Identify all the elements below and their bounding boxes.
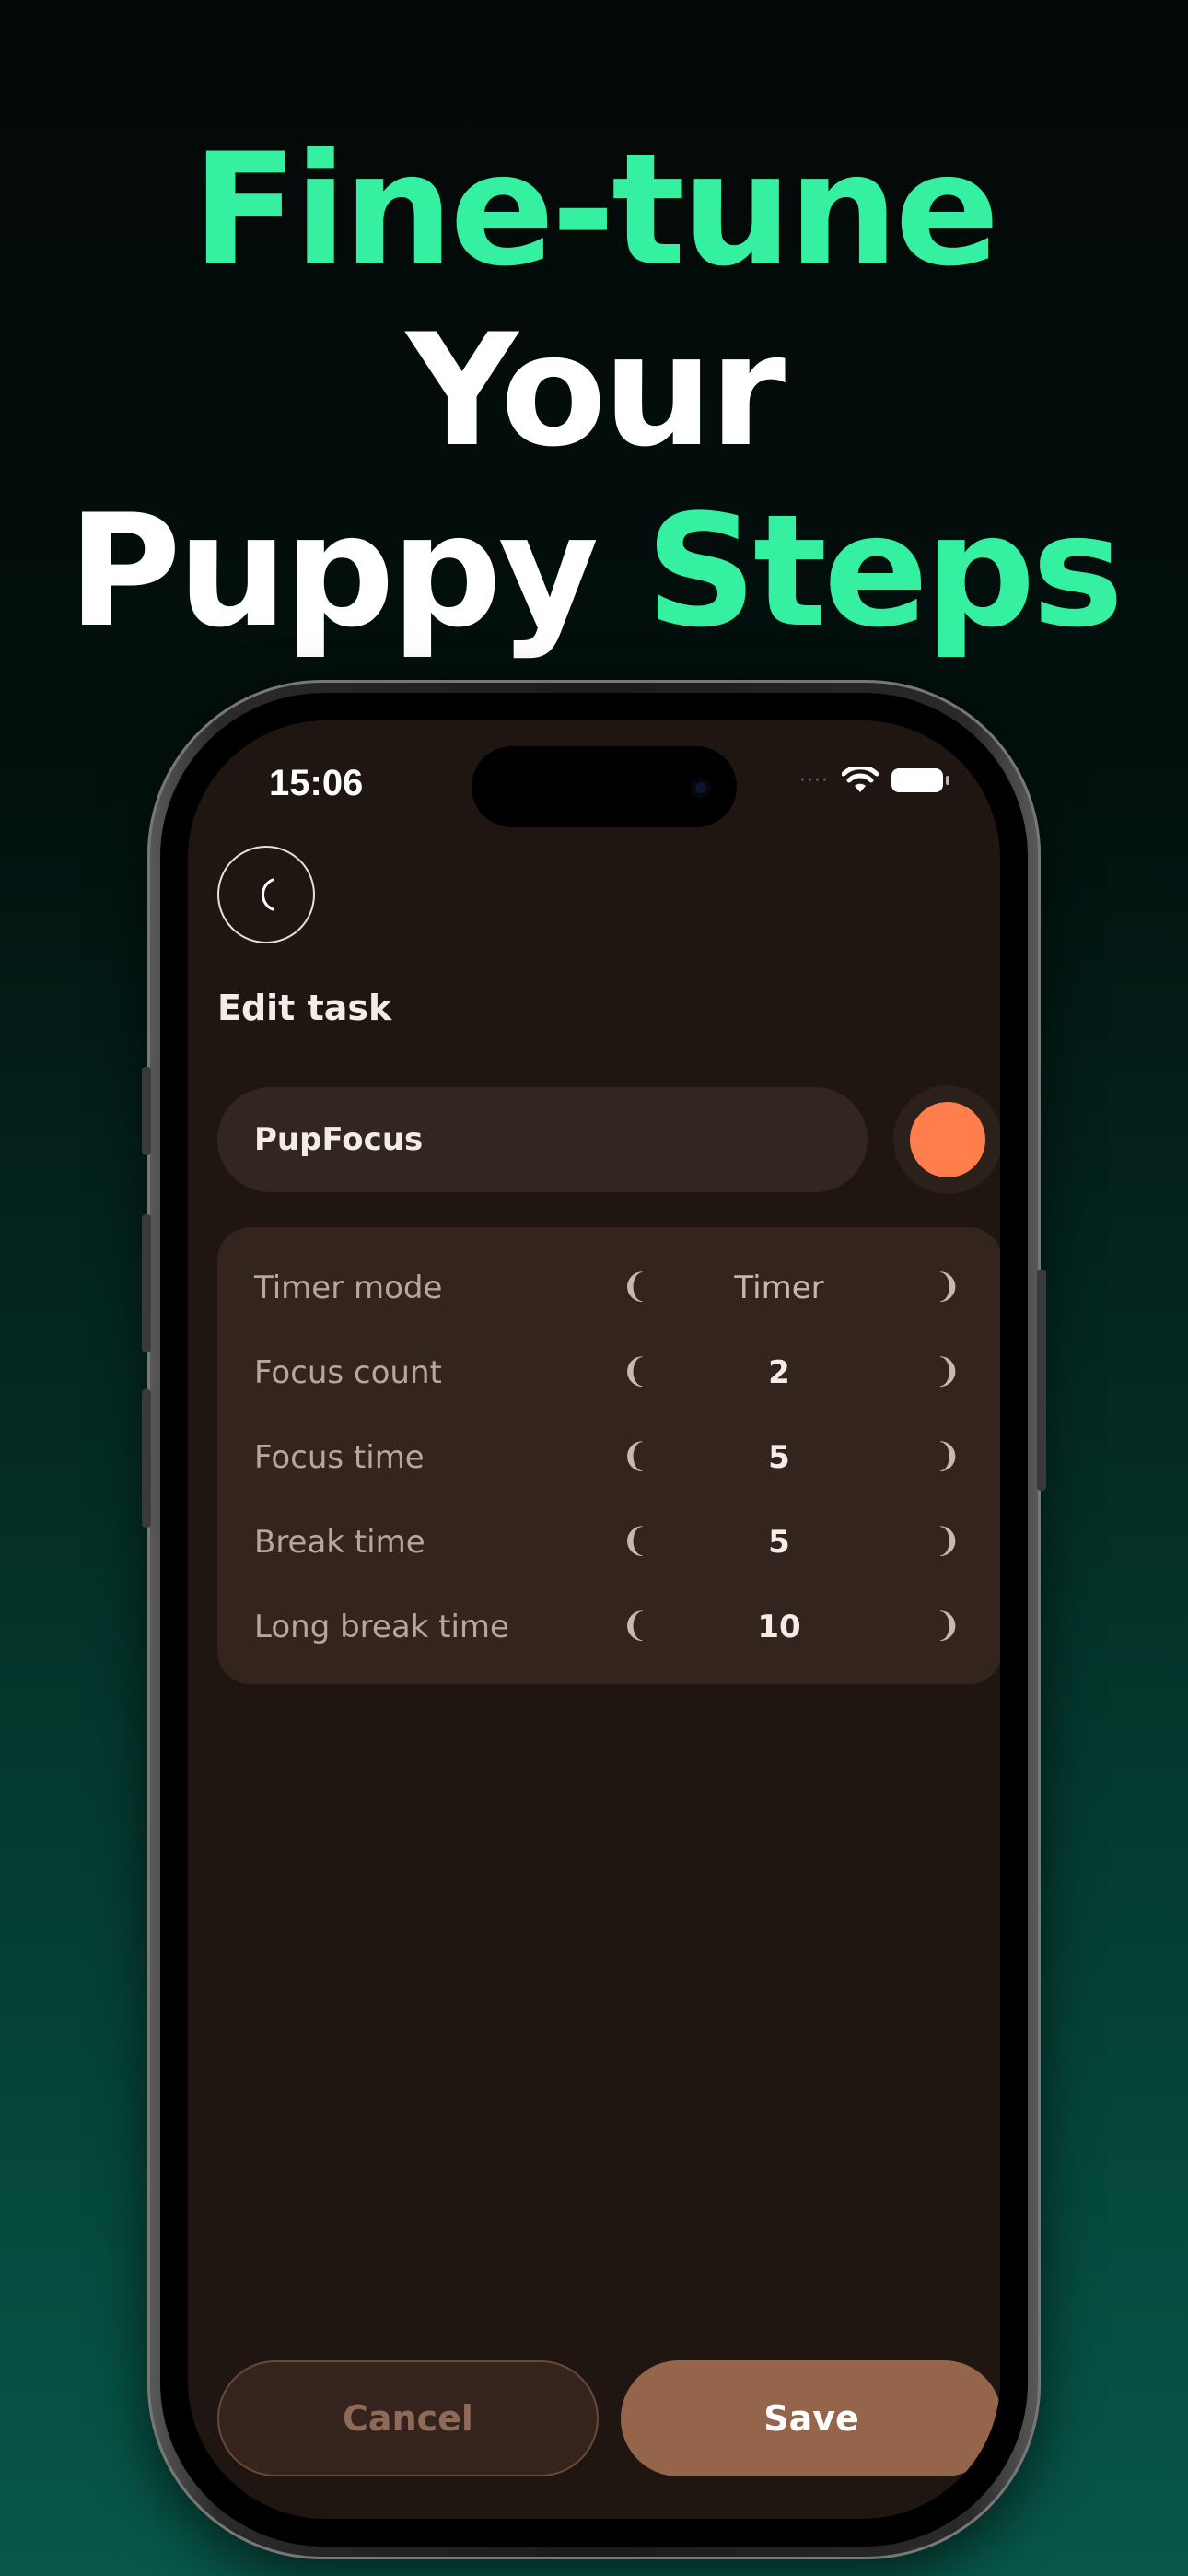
action-button xyxy=(142,1067,151,1155)
setting-label: Focus count xyxy=(254,1354,442,1391)
timer-settings-card: Timer mode ❨ Timer ❩ Focus count ❨ 2 ❩ F… xyxy=(217,1227,1000,1684)
task-name-input[interactable]: PupFocus xyxy=(217,1087,868,1192)
headline-line-1: Fine-tune Your xyxy=(0,120,1188,481)
color-picker-button[interactable] xyxy=(893,1085,1000,1194)
increment-arrow-icon[interactable]: ❩ xyxy=(934,1437,961,1475)
volume-up-button xyxy=(142,1214,151,1352)
chevron-left-icon xyxy=(219,848,313,942)
setting-label: Focus time xyxy=(254,1439,425,1476)
increment-arrow-icon[interactable]: ❩ xyxy=(934,1607,961,1645)
decrement-arrow-icon[interactable]: ❨ xyxy=(621,1268,648,1306)
headline-line-2: Puppy Steps xyxy=(0,481,1188,662)
setting-label: Timer mode xyxy=(254,1270,443,1306)
decrement-arrow-icon[interactable]: ❨ xyxy=(621,1437,648,1475)
setting-value: 5 xyxy=(768,1439,790,1476)
decrement-arrow-icon[interactable]: ❨ xyxy=(621,1607,648,1645)
wifi-icon xyxy=(842,767,879,792)
decrement-arrow-icon[interactable]: ❨ xyxy=(621,1522,648,1560)
increment-arrow-icon[interactable]: ❩ xyxy=(934,1352,961,1390)
status-time: 15:06 xyxy=(269,763,364,803)
setting-row-focus-count: Focus count ❨ 2 ❩ xyxy=(217,1334,1000,1419)
phone-bezel: 15:06 ···· Edit task PupFocus Timer mode… xyxy=(160,693,1028,2547)
setting-row-long-break-time: Long break time ❨ 10 ❩ xyxy=(217,1588,1000,1673)
headline-white-word: Puppy xyxy=(67,481,600,662)
setting-value: Timer xyxy=(734,1270,824,1306)
setting-label: Long break time xyxy=(254,1609,509,1645)
headline-white-word: Your xyxy=(405,300,786,481)
marketing-headline: Fine-tune Your Puppy Steps xyxy=(0,120,1188,662)
save-button[interactable]: Save xyxy=(621,2360,1000,2476)
page-title: Edit task xyxy=(217,988,392,1028)
setting-value: 5 xyxy=(768,1524,790,1561)
setting-row-timer-mode: Timer mode ❨ Timer ❩ xyxy=(217,1249,1000,1334)
signal-icon: ···· xyxy=(799,768,829,792)
headline-accent-word: Steps xyxy=(645,481,1124,662)
camera-icon xyxy=(691,778,711,798)
back-button[interactable] xyxy=(217,846,315,943)
battery-icon xyxy=(891,768,949,792)
volume-down-button xyxy=(142,1389,151,1528)
power-button xyxy=(1037,1270,1046,1491)
selected-color-swatch xyxy=(910,1102,985,1177)
decrement-arrow-icon[interactable]: ❨ xyxy=(621,1352,648,1390)
status-indicators: ···· xyxy=(799,767,949,794)
setting-row-focus-time: Focus time ❨ 5 ❩ xyxy=(217,1419,1000,1504)
increment-arrow-icon[interactable]: ❩ xyxy=(934,1522,961,1560)
app-screen: 15:06 ···· Edit task PupFocus Timer mode… xyxy=(188,720,1000,2519)
dynamic-island xyxy=(472,746,737,827)
increment-arrow-icon[interactable]: ❩ xyxy=(934,1268,961,1306)
setting-value: 2 xyxy=(768,1354,790,1391)
phone-frame: 15:06 ···· Edit task PupFocus Timer mode… xyxy=(142,680,1046,2559)
setting-label: Break time xyxy=(254,1524,425,1561)
setting-row-break-time: Break time ❨ 5 ❩ xyxy=(217,1504,1000,1588)
cancel-button[interactable]: Cancel xyxy=(217,2360,599,2476)
setting-value: 10 xyxy=(757,1609,801,1645)
headline-accent-word: Fine-tune xyxy=(192,120,999,300)
